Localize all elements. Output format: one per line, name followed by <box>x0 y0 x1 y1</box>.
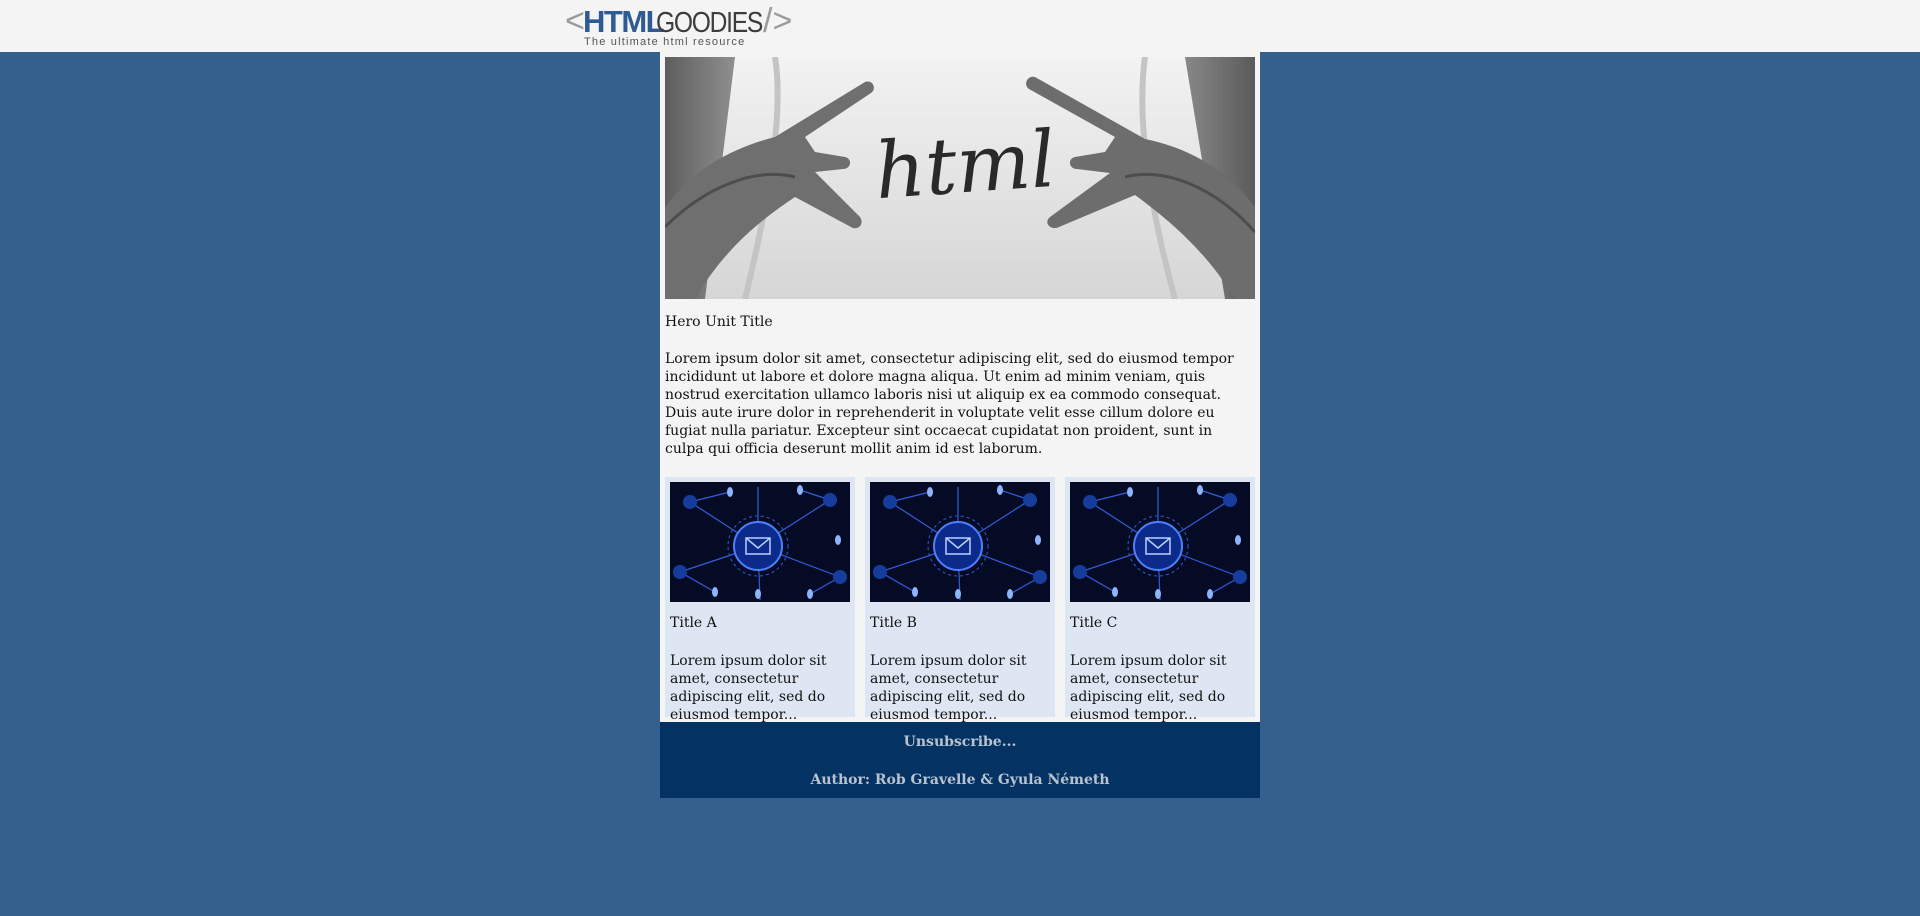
header-bar: < HTML GOODIES /> The ultimate html reso… <box>0 0 1920 52</box>
card-a-text: Lorem ipsum dolor sit amet, consectetur … <box>670 653 827 723</box>
hero-title: Hero Unit Title <box>665 314 773 330</box>
card-row: Title A Lorem ipsum dolor sit amet, cons… <box>660 477 1260 723</box>
hero-image: html <box>665 57 1255 299</box>
hero-text: Lorem ipsum dolor sit amet, consectetur … <box>665 351 1234 457</box>
logo-brand-html: HTML <box>583 4 664 39</box>
unsubscribe-link[interactable]: Unsubscribe... <box>660 722 1260 751</box>
card-b-text: Lorem ipsum dolor sit amet, consectetur … <box>870 653 1027 723</box>
card-b-title: Title B <box>870 615 917 631</box>
logo-tagline: The ultimate html resource <box>584 36 745 48</box>
network-email-image <box>870 482 1050 602</box>
card-b[interactable]: Title B Lorem ipsum dolor sit amet, cons… <box>865 477 1055 723</box>
card-a-title: Title A <box>670 615 717 631</box>
logo-brand-goodies: GOODIES <box>656 7 763 39</box>
card-c-title: Title C <box>1070 615 1118 631</box>
network-email-image <box>1070 482 1250 602</box>
card-c-text: Lorem ipsum dolor sit amet, consectetur … <box>1070 653 1227 723</box>
card-a[interactable]: Title A Lorem ipsum dolor sit amet, cons… <box>665 477 855 723</box>
logo-left-bracket: < <box>565 2 585 40</box>
newsletter-container: html Hero Unit Title Lorem ipsum dolor s… <box>660 52 1260 798</box>
htmlgoodies-logo[interactable]: < HTML GOODIES /> The ultimate html reso… <box>565 2 800 48</box>
hero-image-text: html <box>872 115 1058 217</box>
card-c[interactable]: Title C Lorem ipsum dolor sit amet, cons… <box>1065 477 1255 723</box>
footer: Unsubscribe... Author: Rob Gravelle & Gy… <box>660 722 1260 798</box>
logo-right-bracket: /> <box>763 2 792 40</box>
network-email-image <box>670 482 850 602</box>
author-credit: Author: Rob Gravelle & Gyula Németh <box>810 772 1110 788</box>
